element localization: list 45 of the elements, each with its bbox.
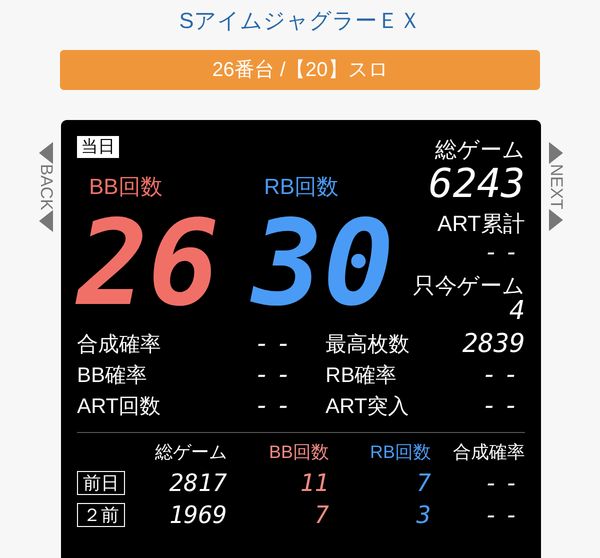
stat-label: ART累計 xyxy=(437,210,525,238)
stat-value: 6243 xyxy=(428,164,525,204)
stat-label: 合成確率 xyxy=(77,332,162,358)
arrow-icon xyxy=(549,142,563,164)
table-cell-text: 11 xyxy=(299,468,329,499)
page-title: SアイムジャグラーＥＸ xyxy=(179,7,421,35)
stat-value: -- xyxy=(480,390,525,423)
column-header: BB回数 xyxy=(268,440,329,464)
table-cell-text: -- xyxy=(483,468,525,499)
stat-value: -- xyxy=(484,238,525,266)
column-header: 合成確率 xyxy=(452,440,525,464)
rb-label: RB回数 xyxy=(263,173,340,201)
column-header: 総ゲーム xyxy=(154,440,227,464)
next-button[interactable]: NEXT xyxy=(544,142,568,232)
stat-label: BB確率 xyxy=(77,362,148,389)
bb-count: 26 xyxy=(77,203,220,323)
stat-value: 2839 xyxy=(461,328,525,361)
table-cell-text: -- xyxy=(483,500,525,531)
table-cell-text: 7 xyxy=(314,500,329,531)
stat-label: 最高枚数 xyxy=(326,332,411,358)
stat-value: -- xyxy=(253,359,298,392)
back-button[interactable]: BACK xyxy=(34,142,58,232)
arrow-icon xyxy=(549,209,563,232)
rb-count: 30 xyxy=(252,203,396,323)
table-cell-text: 1969 xyxy=(168,500,227,531)
bb-label: BB回数 xyxy=(88,173,164,201)
table-cell-text: 3 xyxy=(415,500,431,531)
stat-value: -- xyxy=(480,359,525,392)
stat-label: RB確率 xyxy=(326,362,398,389)
column-header: RB回数 xyxy=(368,440,431,464)
day-badge: 前日 xyxy=(77,471,125,495)
arrow-icon xyxy=(39,142,53,164)
stat-label: ART突入 xyxy=(326,394,410,420)
table-cell-text: 7 xyxy=(416,468,431,499)
stat-value: 4 xyxy=(509,300,525,322)
stat-label: ART回数 xyxy=(77,394,162,420)
day-badge: ２前 xyxy=(77,503,125,527)
day-badge: 当日 xyxy=(77,136,119,158)
stat-value: -- xyxy=(253,390,298,423)
stat-value: -- xyxy=(253,328,298,361)
stat-label: 只今ゲーム xyxy=(413,272,525,300)
machine-bar[interactable]: 26番台 /【20】スロ xyxy=(60,50,540,90)
arrow-icon xyxy=(39,210,53,232)
stat-label: 総ゲーム xyxy=(435,136,525,164)
table-cell-text: 2817 xyxy=(168,468,227,499)
